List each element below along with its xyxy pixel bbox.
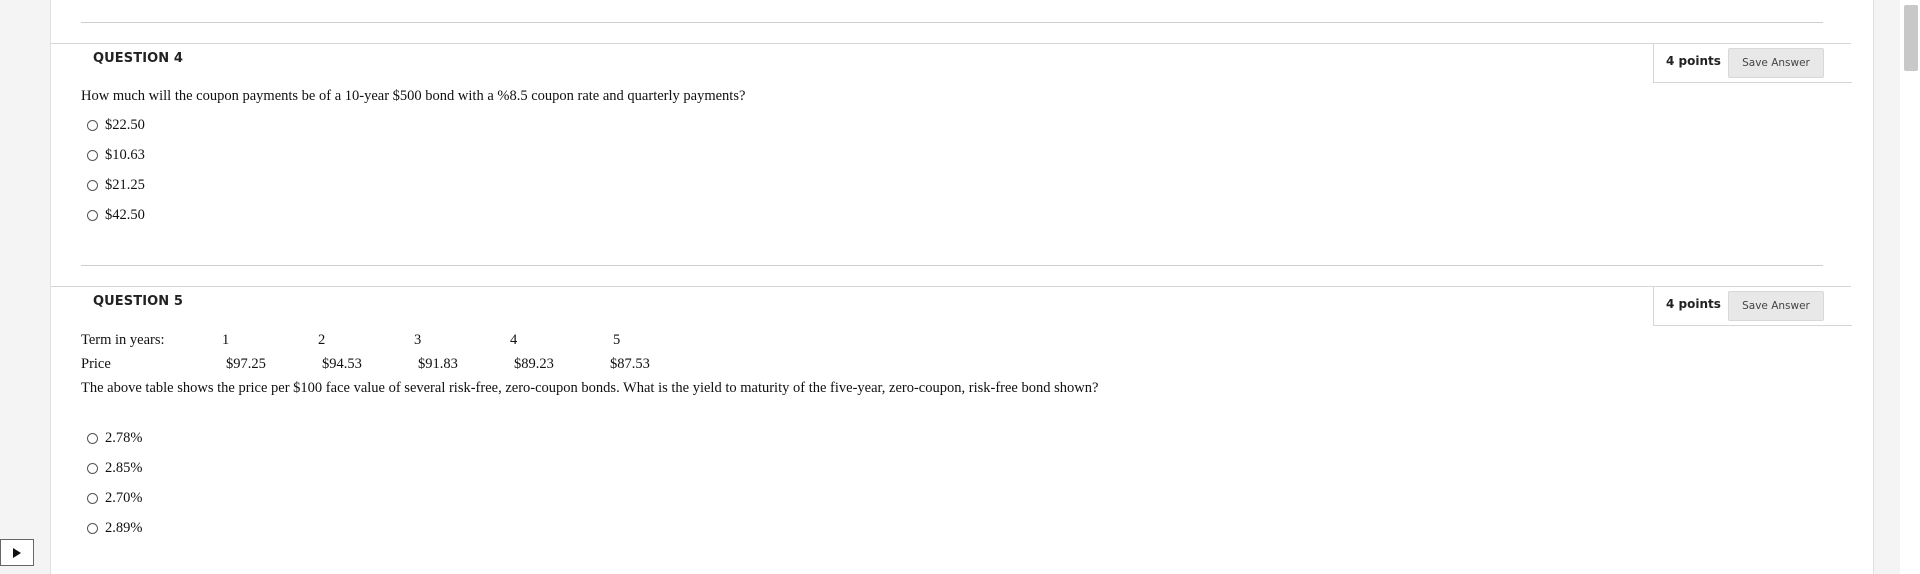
table-row-label-price: Price xyxy=(81,356,111,372)
play-button[interactable] xyxy=(0,539,34,566)
option-label: $22.50 xyxy=(105,117,145,133)
question-5-text: The above table shows the price per $100… xyxy=(81,380,1099,396)
left-margin xyxy=(0,0,51,574)
question-4-option-3[interactable]: $21.25 xyxy=(87,177,145,194)
radio-button[interactable] xyxy=(87,463,98,474)
table-cell-term: 2 xyxy=(318,332,326,348)
table-cell-term: 3 xyxy=(414,332,422,348)
radio-button[interactable] xyxy=(87,120,98,131)
question-5-save-button[interactable]: Save Answer xyxy=(1728,291,1824,321)
play-icon xyxy=(13,547,21,558)
question-5-points: 4 points xyxy=(1666,297,1721,311)
question-4-title: QUESTION 4 xyxy=(93,51,184,66)
question-4-text: How much will the coupon payments be of … xyxy=(81,88,746,104)
question-5-option-2[interactable]: 2.85% xyxy=(87,460,142,477)
question-4-header-box: 4 points Save Answer xyxy=(1653,44,1852,83)
table-cell-price: $89.23 xyxy=(514,356,554,372)
scrollbar-thumb[interactable] xyxy=(1904,5,1918,71)
question-5-option-3[interactable]: 2.70% xyxy=(87,490,142,507)
question-5-option-1[interactable]: 2.78% xyxy=(87,430,142,447)
right-margin xyxy=(1873,0,1900,574)
vertical-scrollbar[interactable] xyxy=(1900,0,1920,574)
table-row-label-term: Term in years: xyxy=(81,332,165,348)
option-label: 2.89% xyxy=(105,520,143,536)
question-5-option-4[interactable]: 2.89% xyxy=(87,520,142,537)
question-4-save-button[interactable]: Save Answer xyxy=(1728,48,1824,78)
question-5-header-box: 4 points Save Answer xyxy=(1653,287,1852,326)
option-label: $10.63 xyxy=(105,147,145,163)
question-5-border xyxy=(51,286,1851,287)
main-content: QUESTION 4 4 points Save Answer How much… xyxy=(51,0,1852,574)
question-4-border xyxy=(51,43,1851,44)
radio-button[interactable] xyxy=(87,523,98,534)
option-label: 2.70% xyxy=(105,490,143,506)
radio-button[interactable] xyxy=(87,210,98,221)
question-4-points: 4 points xyxy=(1666,54,1721,68)
radio-button[interactable] xyxy=(87,433,98,444)
table-cell-price: $97.25 xyxy=(226,356,266,372)
radio-button[interactable] xyxy=(87,180,98,191)
table-cell-term: 5 xyxy=(613,332,621,348)
table-cell-term: 1 xyxy=(222,332,230,348)
question-4-option-2[interactable]: $10.63 xyxy=(87,147,145,164)
option-label: 2.78% xyxy=(105,430,143,446)
option-label: $21.25 xyxy=(105,177,145,193)
radio-button[interactable] xyxy=(87,493,98,504)
table-cell-term: 4 xyxy=(510,332,518,348)
table-cell-price: $94.53 xyxy=(322,356,362,372)
question-5-title: QUESTION 5 xyxy=(93,294,184,309)
table-cell-price: $91.83 xyxy=(418,356,458,372)
table-cell-price: $87.53 xyxy=(610,356,650,372)
option-label: $42.50 xyxy=(105,207,145,223)
radio-button[interactable] xyxy=(87,150,98,161)
option-label: 2.85% xyxy=(105,460,143,476)
divider xyxy=(81,265,1823,266)
question-4-option-1[interactable]: $22.50 xyxy=(87,117,145,134)
question-4-option-4[interactable]: $42.50 xyxy=(87,207,145,224)
divider xyxy=(81,22,1823,23)
